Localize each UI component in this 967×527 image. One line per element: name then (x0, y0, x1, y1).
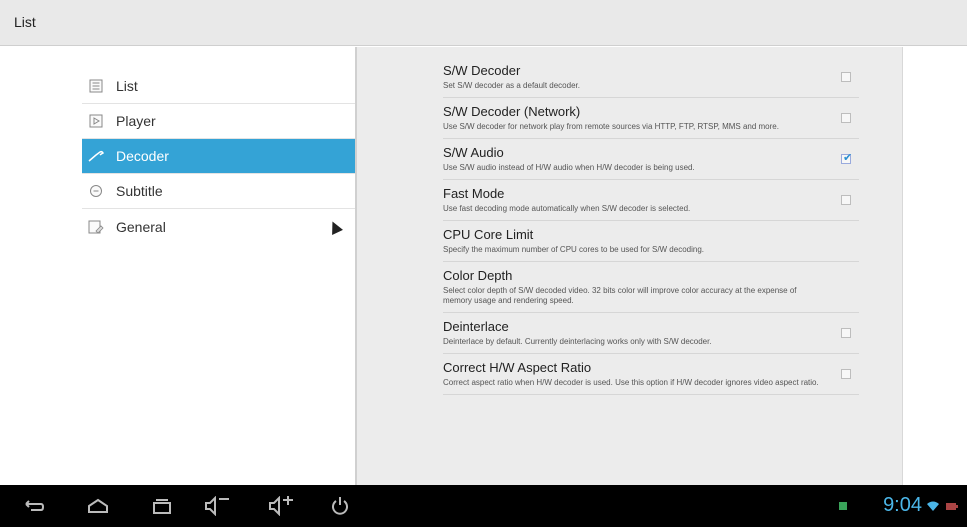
preferences-list: S/W Decoder Set S/W decoder as a default… (443, 57, 859, 395)
sidebar: List Player Decoder Subtitle General (82, 69, 356, 244)
volume-up-icon[interactable] (266, 493, 298, 519)
recent-apps-icon[interactable] (146, 493, 178, 519)
pref-cpu-core-limit[interactable]: CPU Core Limit Specify the maximum numbe… (443, 221, 859, 262)
pref-deinterlace[interactable]: Deinterlace Deinterlace by default. Curr… (443, 313, 859, 354)
notification-icon (836, 493, 850, 519)
sidebar-item-label: Subtitle (116, 183, 163, 199)
home-icon[interactable] (82, 493, 114, 519)
pref-summary: Use S/W decoder for network play from re… (443, 122, 779, 131)
preferences-pane: S/W Decoder Set S/W decoder as a default… (357, 47, 903, 485)
player-icon (88, 113, 104, 129)
sidebar-item-general[interactable]: General (82, 209, 356, 244)
wifi-icon (926, 493, 940, 519)
left-pane: List Player Decoder Subtitle General (10, 47, 356, 485)
pref-title: Deinterlace (443, 319, 509, 334)
system-navigation-bar: 9:04 (0, 485, 967, 527)
pref-summary: Use fast decoding mode automatically whe… (443, 204, 691, 213)
pref-title: S/W Decoder (443, 63, 521, 78)
pref-summary: Set S/W decoder as a default decoder. (443, 81, 580, 90)
correct-hw-aspect-ratio-checkbox[interactable] (841, 369, 851, 379)
sw-decoder-network-checkbox[interactable] (841, 113, 851, 123)
checkmark-icon: ✔ (843, 152, 853, 164)
back-icon[interactable] (18, 493, 50, 519)
pref-title: Correct H/W Aspect Ratio (443, 360, 592, 375)
pref-sw-audio[interactable]: S/W Audio Use S/W audio instead of H/W a… (443, 139, 859, 180)
pref-title: Fast Mode (443, 186, 505, 201)
battery-warning-icon (945, 493, 959, 519)
sidebar-item-label: General (116, 218, 166, 235)
pref-correct-hw-aspect-ratio[interactable]: Correct H/W Aspect Ratio Correct aspect … (443, 354, 859, 395)
sidebar-item-player[interactable]: Player (82, 104, 356, 139)
power-icon[interactable] (324, 493, 356, 519)
volume-down-icon[interactable] (202, 493, 234, 519)
sidebar-item-list[interactable]: List (82, 69, 356, 104)
sidebar-item-decoder[interactable]: Decoder (82, 139, 356, 174)
deinterlace-checkbox[interactable] (841, 328, 851, 338)
clock: 9:04 (883, 494, 922, 516)
pref-title: S/W Decoder (Network) (443, 104, 581, 119)
sidebar-item-label: Decoder (116, 148, 169, 164)
decoder-icon (88, 148, 104, 164)
sidebar-item-subtitle[interactable]: Subtitle (82, 174, 356, 209)
sidebar-item-label: List (116, 78, 138, 94)
sidebar-item-label: Player (116, 113, 156, 129)
window-title: List (14, 14, 36, 30)
pref-summary: Use S/W audio instead of H/W audio when … (443, 163, 695, 172)
fast-mode-checkbox[interactable] (841, 195, 851, 205)
pref-summary: Correct aspect ratio when H/W decoder is… (443, 378, 819, 387)
title-bar: List (0, 0, 967, 46)
pref-title: CPU Core Limit (443, 227, 534, 242)
pref-summary: Deinterlace by default. Currently deinte… (443, 337, 712, 346)
sw-audio-checkbox[interactable]: ✔ (841, 152, 853, 164)
pref-color-depth[interactable]: Color Depth Select color depth of S/W de… (443, 262, 859, 313)
subtitle-icon (88, 183, 104, 199)
pref-sw-decoder-network[interactable]: S/W Decoder (Network) Use S/W decoder fo… (443, 98, 859, 139)
pref-sw-decoder[interactable]: S/W Decoder Set S/W decoder as a default… (443, 57, 859, 98)
pref-fast-mode[interactable]: Fast Mode Use fast decoding mode automat… (443, 180, 859, 221)
general-icon (88, 219, 104, 235)
sw-decoder-checkbox[interactable] (841, 72, 851, 82)
main-content: List Player Decoder Subtitle General S/W… (0, 47, 967, 485)
pref-summary: Specify the maximum number of CPU cores … (443, 245, 705, 254)
pref-summary: Select color depth of S/W decoded video.… (443, 286, 797, 305)
pref-title: Color Depth (443, 268, 513, 283)
list-icon (88, 78, 104, 94)
pref-title: S/W Audio (443, 145, 504, 160)
